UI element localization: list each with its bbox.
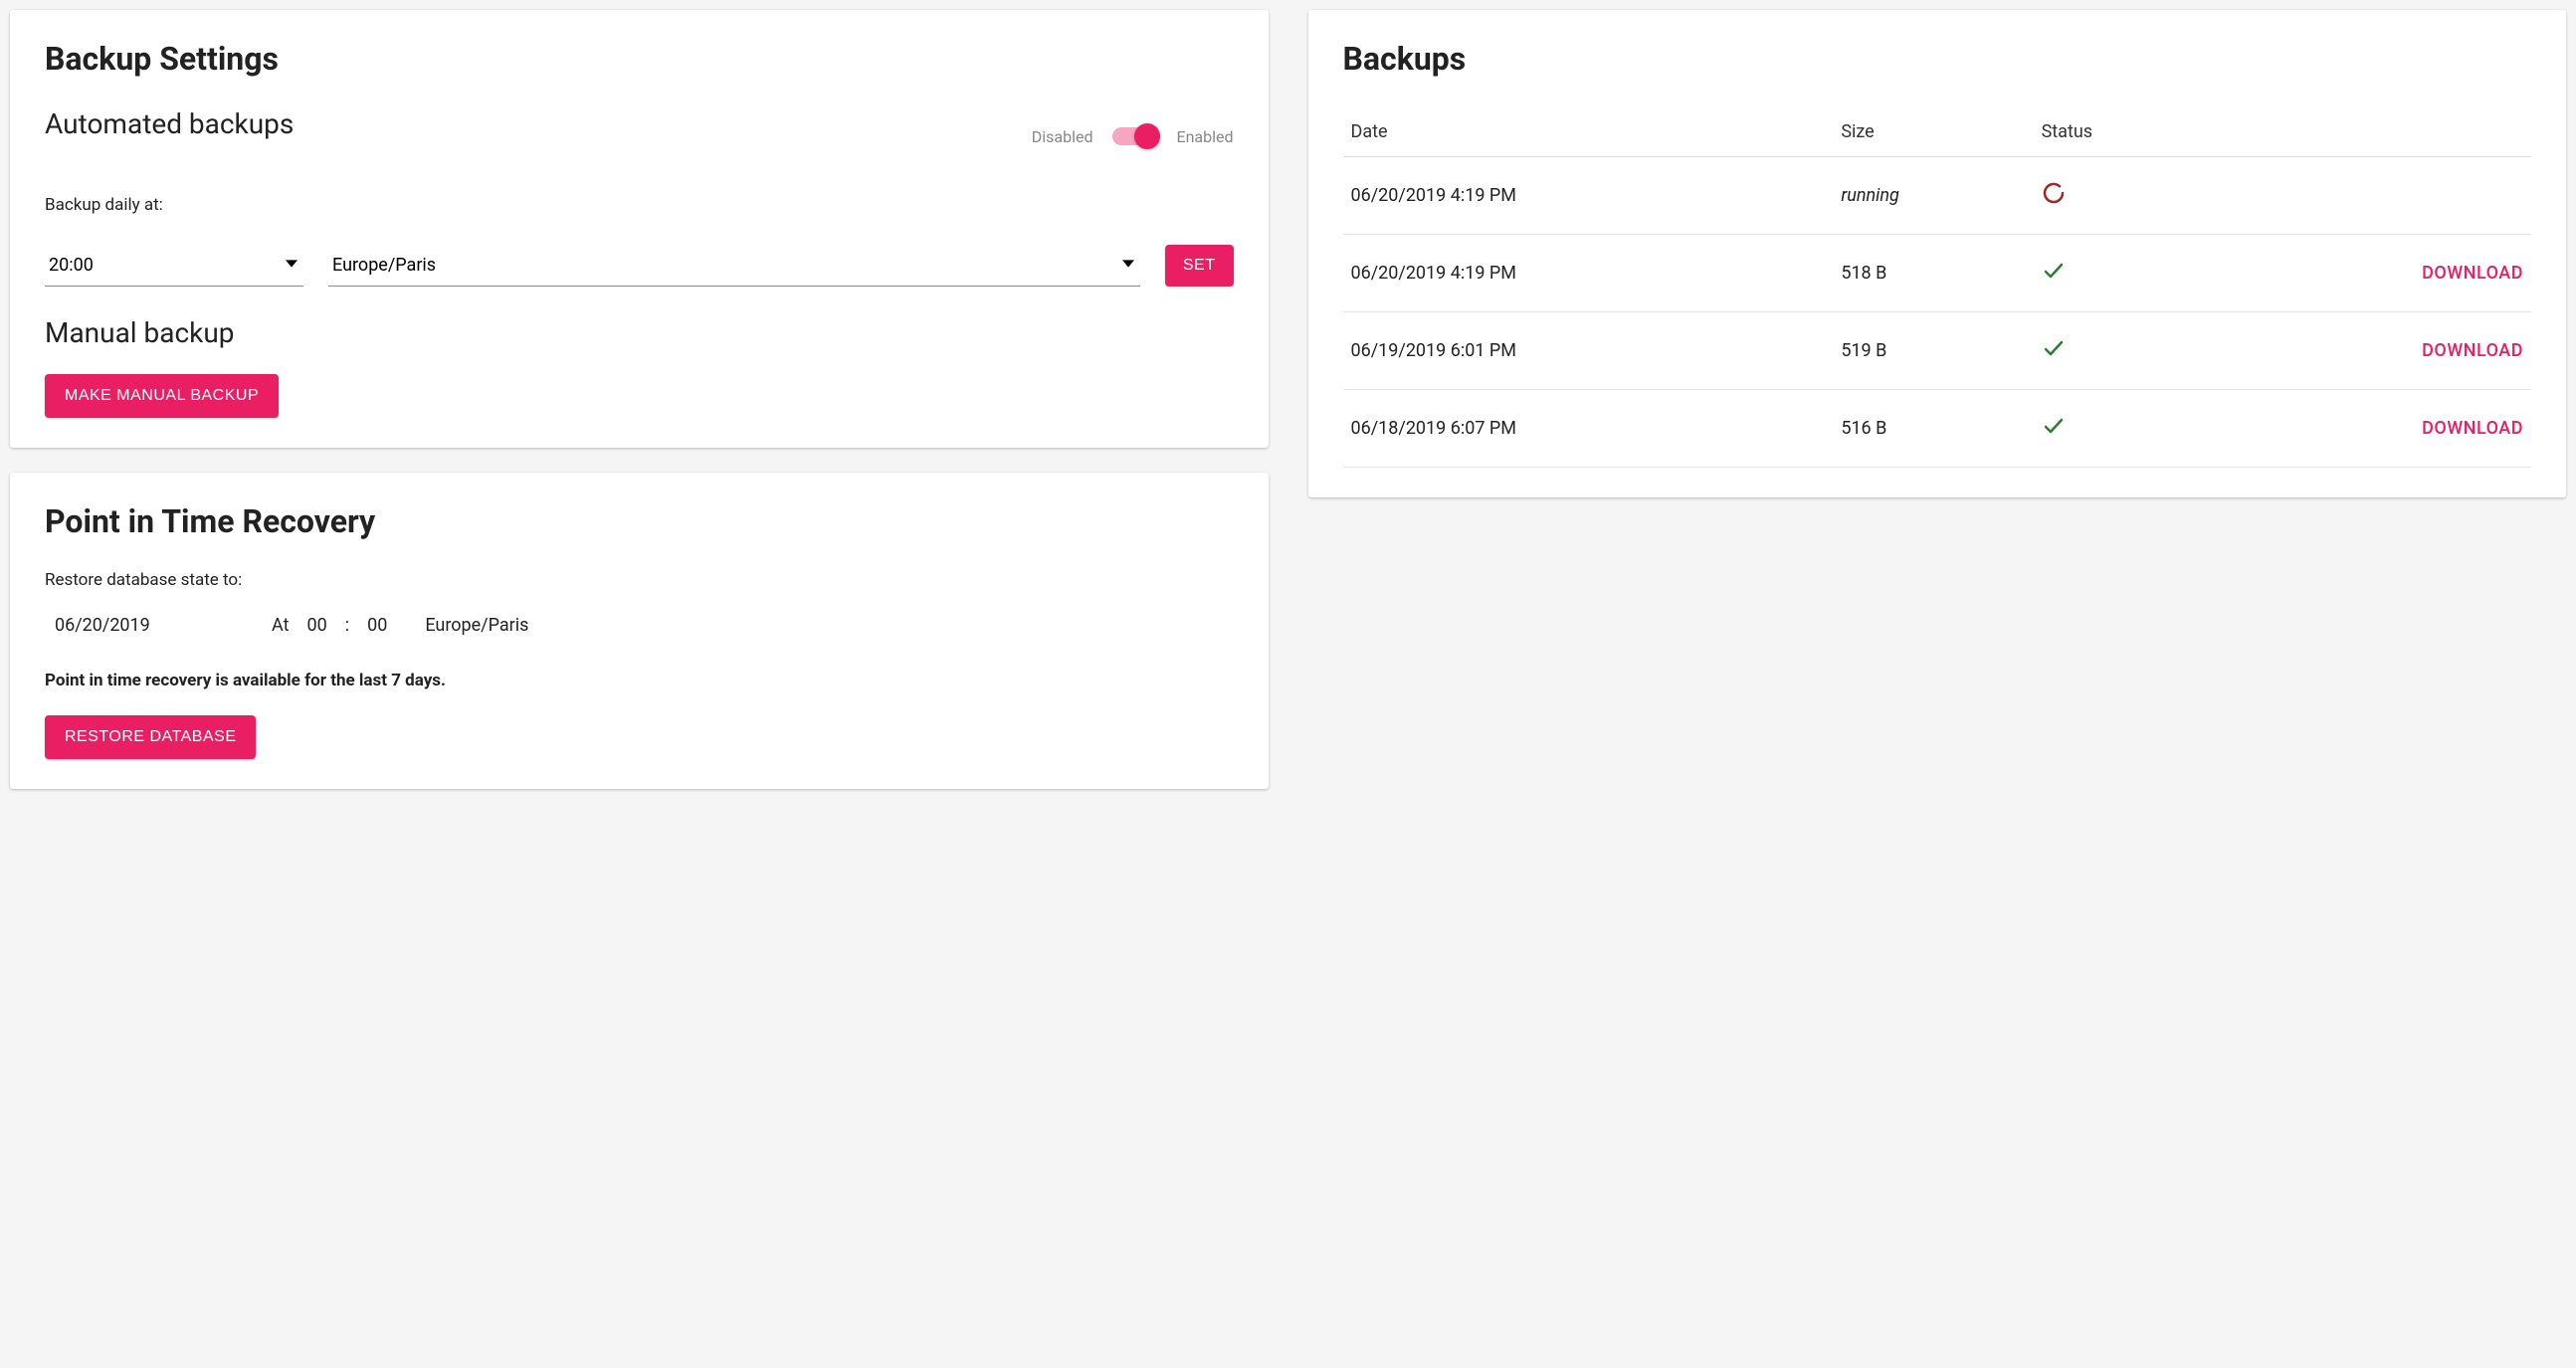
check-icon: [2042, 267, 2066, 288]
pitr-at-label: At: [272, 615, 289, 636]
backups-title: Backups: [1343, 40, 2532, 78]
backup-size: 516 B: [1833, 390, 2033, 468]
toggle-label-enabled: Enabled: [1176, 127, 1233, 146]
backup-timezone-select[interactable]: [328, 247, 1140, 287]
table-row: 06/20/2019 4:19 PMrunning: [1343, 157, 2532, 235]
backup-date: 06/19/2019 6:01 PM: [1343, 312, 1834, 390]
download-link[interactable]: DOWNLOAD: [2422, 340, 2523, 361]
automated-toggle-group: Disabled Enabled: [1032, 127, 1234, 146]
download-link[interactable]: DOWNLOAD: [2422, 418, 2523, 439]
schedule-label: Backup daily at:: [45, 195, 1234, 215]
backup-time-select[interactable]: [45, 247, 303, 287]
backup-date: 06/20/2019 4:19 PM: [1343, 235, 1834, 312]
table-row: 06/19/2019 6:01 PM519 B DOWNLOAD: [1343, 312, 2532, 390]
backup-size: 518 B: [1833, 235, 2033, 312]
pitr-card: Point in Time Recovery Restore database …: [10, 473, 1269, 789]
col-size: Size: [1833, 107, 2033, 157]
backup-status: [2034, 312, 2215, 390]
automated-backups-heading: Automated backups: [45, 107, 294, 140]
pitr-timezone: Europe/Paris: [425, 615, 528, 636]
pitr-hour-input[interactable]: 00: [306, 615, 326, 636]
backup-date: 06/18/2019 6:07 PM: [1343, 390, 1834, 468]
backup-status: [2034, 235, 2215, 312]
check-icon: [2042, 344, 2066, 365]
backup-action: DOWNLOAD: [2215, 312, 2531, 390]
table-row: 06/18/2019 6:07 PM516 B DOWNLOAD: [1343, 390, 2532, 468]
set-schedule-button[interactable]: Set: [1165, 245, 1234, 287]
spinner-icon: [2042, 189, 2066, 210]
manual-backup-heading: Manual backup: [45, 316, 1234, 349]
backup-status: [2034, 157, 2215, 235]
automated-backups-toggle[interactable]: [1112, 127, 1156, 145]
backup-action: [2215, 157, 2531, 235]
col-status: Status: [2034, 107, 2215, 157]
col-date: Date: [1343, 107, 1834, 157]
backup-settings-title: Backup Settings: [45, 40, 1234, 78]
toggle-knob: [1134, 123, 1160, 149]
pitr-title: Point in Time Recovery: [45, 502, 1234, 540]
table-row: 06/20/2019 4:19 PM518 B DOWNLOAD: [1343, 235, 2532, 312]
toggle-label-disabled: Disabled: [1032, 127, 1093, 146]
backups-table: Date Size Status 06/20/2019 4:19 PMrunni…: [1343, 107, 2532, 468]
col-action: [2215, 107, 2531, 157]
pitr-date-input[interactable]: 06/20/2019: [55, 615, 254, 636]
backup-size: 519 B: [1833, 312, 2033, 390]
backup-status: [2034, 390, 2215, 468]
download-link[interactable]: DOWNLOAD: [2422, 263, 2523, 284]
backup-date: 06/20/2019 4:19 PM: [1343, 157, 1834, 235]
backup-action: DOWNLOAD: [2215, 390, 2531, 468]
backup-size: running: [1833, 157, 2033, 235]
backup-settings-card: Backup Settings Automated backups Disabl…: [10, 10, 1269, 448]
pitr-label: Restore database state to:: [45, 570, 1234, 590]
pitr-note: Point in time recovery is available for …: [45, 671, 1234, 690]
check-icon: [2042, 422, 2066, 443]
backup-action: DOWNLOAD: [2215, 235, 2531, 312]
make-manual-backup-button[interactable]: Make manual backup: [45, 374, 279, 418]
restore-database-button[interactable]: Restore database: [45, 715, 256, 759]
pitr-minute-input[interactable]: 00: [367, 615, 387, 636]
backups-list-card: Backups Date Size Status 06/20/2019 4:19…: [1308, 10, 2567, 497]
pitr-time-separator: :: [345, 615, 349, 636]
